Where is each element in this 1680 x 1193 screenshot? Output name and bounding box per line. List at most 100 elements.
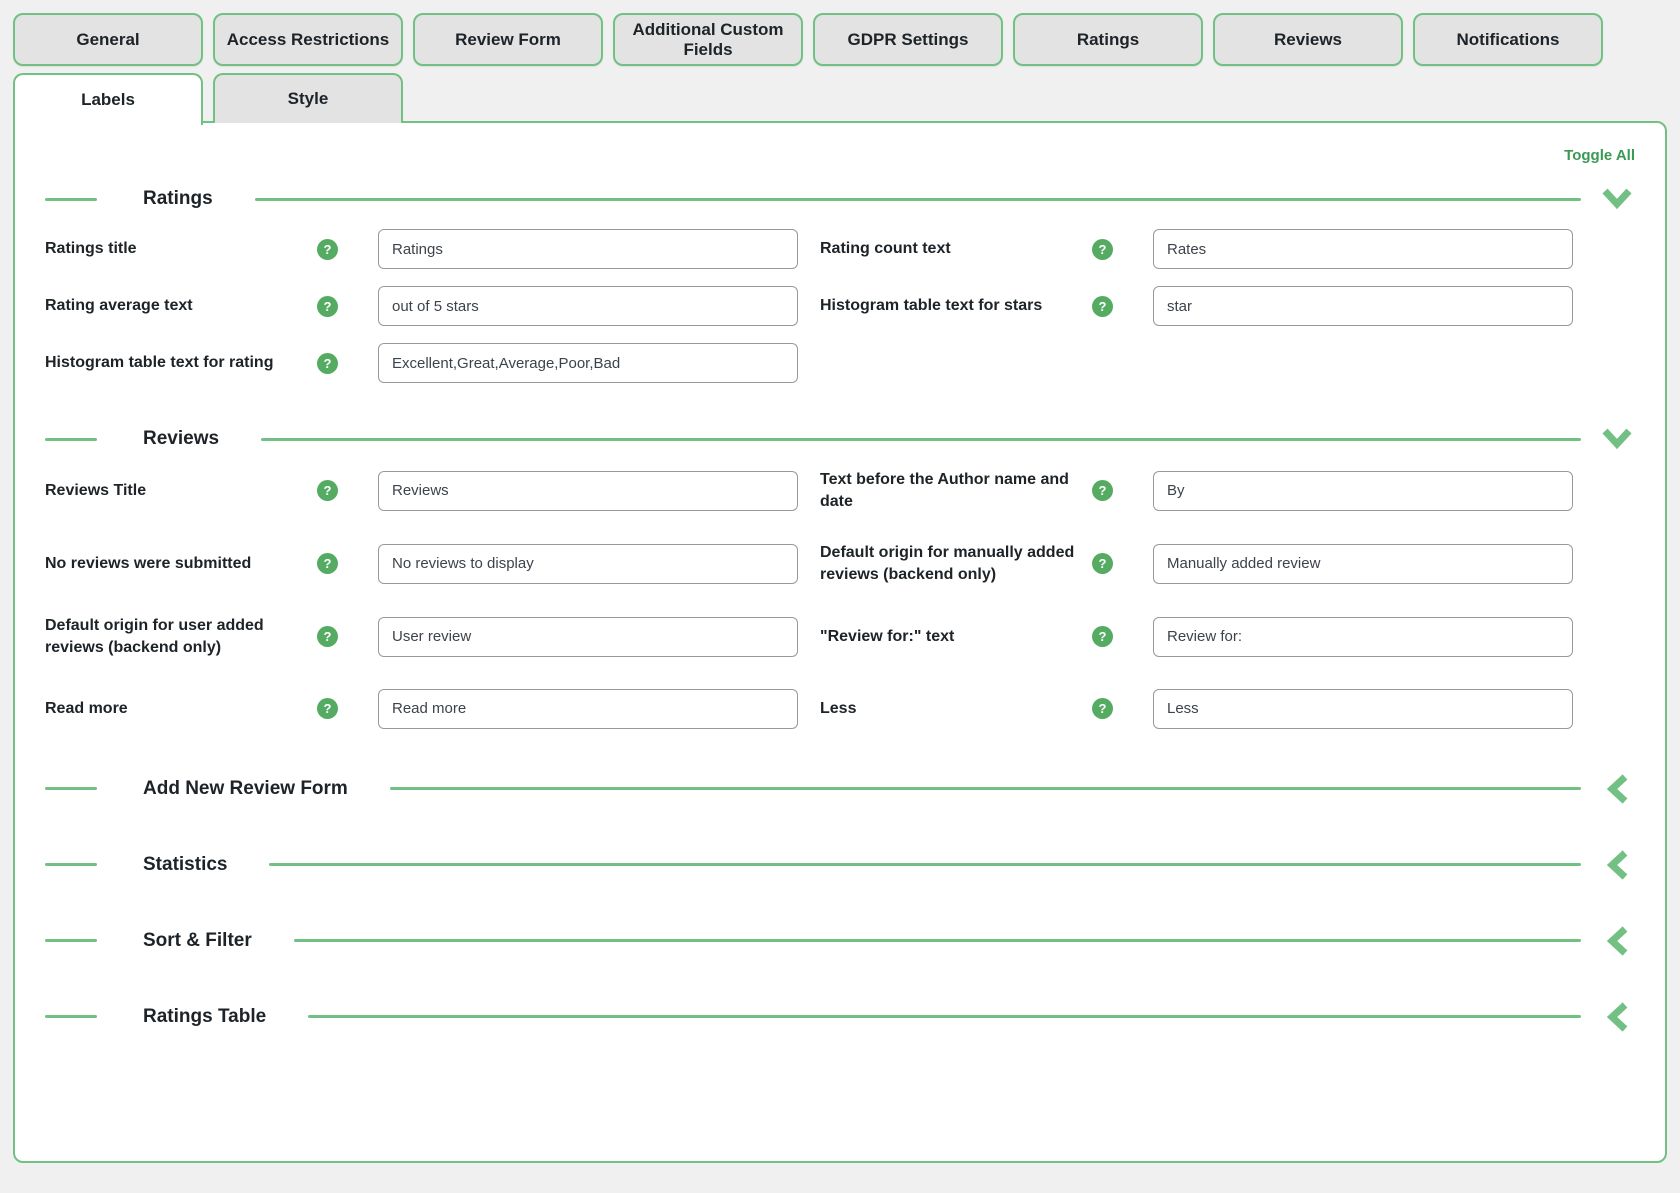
field-label: Ratings title: [45, 238, 317, 260]
field-ratings-title: Ratings title ?: [45, 229, 798, 269]
help-icon[interactable]: ?: [317, 296, 338, 317]
origin-manual-input[interactable]: [1153, 544, 1573, 584]
section-header-ratings-table: Ratings Table: [45, 1001, 1635, 1033]
field-less: Less ?: [820, 689, 1573, 729]
field-no-reviews: No reviews were submitted ?: [45, 542, 798, 585]
divider-line: [45, 787, 97, 790]
field-label: Rating count text: [820, 238, 1092, 260]
panel-bottom-spacer: [45, 1033, 1635, 1141]
tab-access-restrictions[interactable]: Access Restrictions: [213, 13, 403, 66]
subtab-style[interactable]: Style: [213, 73, 403, 123]
tab-reviews[interactable]: Reviews: [1213, 13, 1403, 66]
section-title-add-new-review-form: Add New Review Form: [143, 778, 348, 800]
divider-line: [45, 939, 97, 942]
help-icon[interactable]: ?: [1092, 480, 1113, 501]
no-reviews-input[interactable]: [378, 544, 798, 584]
rating-average-text-input[interactable]: [378, 286, 798, 326]
divider-line: [255, 198, 1581, 201]
subtab-labels[interactable]: Labels: [13, 73, 203, 125]
section-header-ratings: Ratings: [45, 183, 1635, 215]
sub-tab-bar: Labels Style: [13, 73, 1680, 123]
origin-user-input[interactable]: [378, 617, 798, 657]
section-title-ratings-table: Ratings Table: [143, 1006, 266, 1028]
field-origin-user: Default origin for user added reviews (b…: [45, 615, 798, 658]
section-title-ratings: Ratings: [143, 188, 213, 210]
toggle-all-link[interactable]: Toggle All: [45, 145, 1635, 167]
labels-settings-panel: Toggle All Ratings Ratings title ? Ratin…: [13, 121, 1667, 1163]
tab-ratings[interactable]: Ratings: [1013, 13, 1203, 66]
field-label: "Review for:" text: [820, 626, 1092, 648]
chevron-left-icon[interactable]: [1599, 850, 1635, 880]
field-label: Text before the Author name and date: [820, 469, 1092, 512]
section-header-reviews: Reviews: [45, 423, 1635, 455]
text-before-author-input[interactable]: [1153, 471, 1573, 511]
tab-review-form[interactable]: Review Form: [413, 13, 603, 66]
help-icon[interactable]: ?: [317, 698, 338, 719]
field-rating-average-text: Rating average text ?: [45, 286, 798, 326]
histogram-rating-text-input[interactable]: [378, 343, 798, 383]
field-row: Rating average text ? Histogram table te…: [45, 286, 1573, 326]
histogram-stars-text-input[interactable]: [1153, 286, 1573, 326]
read-more-input[interactable]: [378, 689, 798, 729]
ratings-fields: Ratings title ? Rating count text ? Rati…: [45, 229, 1573, 383]
help-icon[interactable]: ?: [317, 353, 338, 374]
tab-general[interactable]: General: [13, 13, 203, 66]
section-header-add-new-review-form: Add New Review Form: [45, 773, 1635, 805]
chevron-left-icon[interactable]: [1599, 1002, 1635, 1032]
chevron-down-icon[interactable]: [1599, 184, 1635, 214]
divider-line: [294, 939, 1581, 942]
chevron-left-icon[interactable]: [1599, 774, 1635, 804]
rating-count-text-input[interactable]: [1153, 229, 1573, 269]
chevron-down-icon[interactable]: [1599, 424, 1635, 454]
field-row: Read more ? Less ?: [45, 689, 1573, 729]
help-icon[interactable]: ?: [317, 480, 338, 501]
field-label: Less: [820, 698, 1092, 720]
help-icon[interactable]: ?: [1092, 626, 1113, 647]
section-title-reviews: Reviews: [143, 428, 219, 450]
field-read-more: Read more ?: [45, 689, 798, 729]
help-icon[interactable]: ?: [317, 626, 338, 647]
section-title-statistics: Statistics: [143, 854, 227, 876]
divider-line: [45, 1015, 97, 1018]
divider-line: [308, 1015, 1581, 1018]
field-review-for-text: "Review for:" text ?: [820, 615, 1573, 658]
help-icon[interactable]: ?: [317, 239, 338, 260]
tab-additional-custom-fields[interactable]: Additional Custom Fields: [613, 13, 803, 66]
tab-gdpr-settings[interactable]: GDPR Settings: [813, 13, 1003, 66]
help-icon[interactable]: ?: [1092, 553, 1113, 574]
field-label: Rating average text: [45, 295, 317, 317]
review-for-text-input[interactable]: [1153, 617, 1573, 657]
section-title-sort-filter: Sort & Filter: [143, 930, 252, 952]
help-icon[interactable]: ?: [1092, 239, 1113, 260]
field-origin-manual: Default origin for manually added review…: [820, 542, 1573, 585]
field-row: Ratings title ? Rating count text ?: [45, 229, 1573, 269]
field-label: Default origin for user added reviews (b…: [45, 615, 317, 658]
field-label: No reviews were submitted: [45, 553, 317, 575]
field-row: No reviews were submitted ? Default orig…: [45, 542, 1573, 585]
field-row: Default origin for user added reviews (b…: [45, 615, 1573, 658]
reviews-title-input[interactable]: [378, 471, 798, 511]
less-input[interactable]: [1153, 689, 1573, 729]
help-icon[interactable]: ?: [317, 553, 338, 574]
empty-cell: [820, 343, 1573, 383]
section-header-statistics: Statistics: [45, 849, 1635, 881]
reviews-fields: Reviews Title ? Text before the Author n…: [45, 469, 1573, 729]
divider-line: [45, 863, 97, 866]
field-label: Histogram table text for stars: [820, 295, 1092, 317]
field-row: Histogram table text for rating ?: [45, 343, 1573, 383]
field-label: Read more: [45, 698, 317, 720]
section-header-sort-filter: Sort & Filter: [45, 925, 1635, 957]
tab-notifications[interactable]: Notifications: [1413, 13, 1603, 66]
chevron-left-icon[interactable]: [1599, 926, 1635, 956]
field-histogram-rating-text: Histogram table text for rating ?: [45, 343, 798, 383]
help-icon[interactable]: ?: [1092, 296, 1113, 317]
divider-line: [45, 198, 97, 201]
divider-line: [45, 438, 97, 441]
field-text-before-author: Text before the Author name and date ?: [820, 469, 1573, 512]
ratings-title-input[interactable]: [378, 229, 798, 269]
field-label: Histogram table text for rating: [45, 352, 317, 374]
divider-line: [261, 438, 1581, 441]
field-label: Reviews Title: [45, 480, 317, 502]
divider-line: [390, 787, 1581, 790]
help-icon[interactable]: ?: [1092, 698, 1113, 719]
